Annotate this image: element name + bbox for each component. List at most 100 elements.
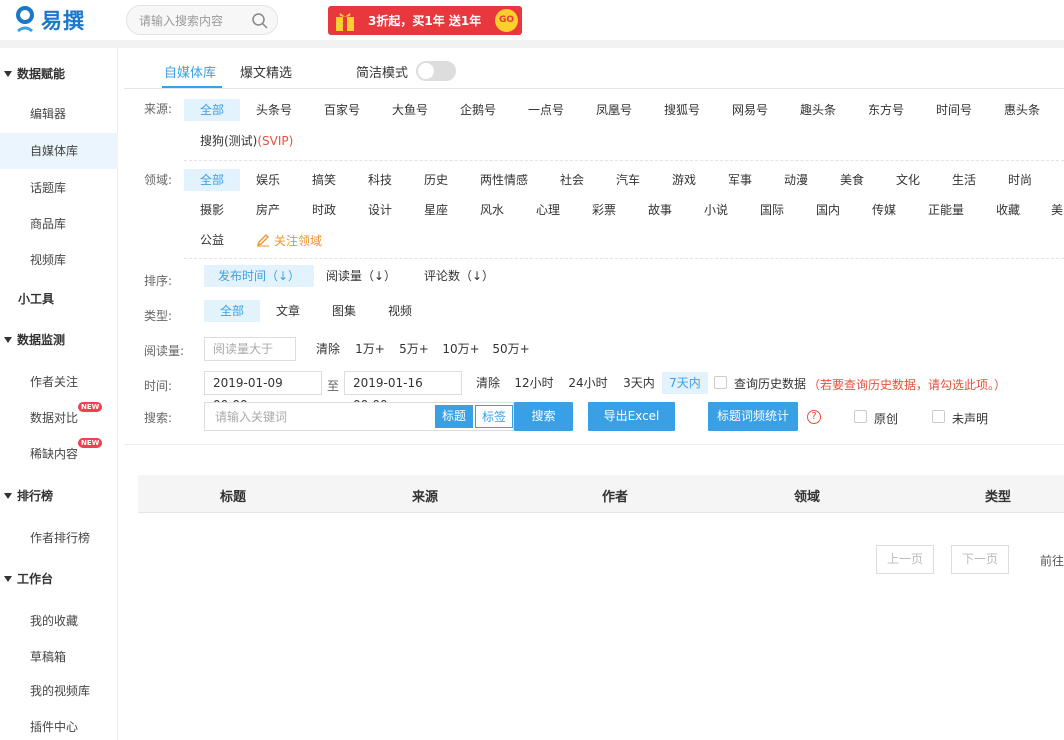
source-option[interactable]: 一点号 bbox=[524, 99, 568, 121]
domain-option[interactable]: 风水 bbox=[476, 199, 508, 221]
source-option[interactable]: 网易号 bbox=[728, 99, 772, 121]
domain-option[interactable]: 动漫 bbox=[780, 169, 812, 191]
domain-option[interactable]: 历史 bbox=[420, 169, 452, 191]
source-option[interactable]: 头条号 bbox=[252, 99, 296, 121]
export-excel-button[interactable]: 导出Excel bbox=[588, 402, 675, 431]
sidebar-group-workbench[interactable]: 工作台 bbox=[4, 570, 53, 587]
domain-option[interactable]: 两性情感 bbox=[476, 169, 532, 191]
source-option[interactable]: 惠头条 bbox=[1000, 99, 1044, 121]
read-option[interactable]: 1万+ bbox=[354, 338, 386, 360]
global-search-input[interactable] bbox=[139, 12, 251, 30]
domain-option[interactable]: 心理 bbox=[532, 199, 564, 221]
next-page-button[interactable]: 下一页 bbox=[951, 545, 1009, 574]
source-option[interactable]: 百家号 bbox=[320, 99, 364, 121]
sidebar-group-ranking[interactable]: 排行榜 bbox=[4, 487, 53, 504]
domain-option[interactable]: 美食 bbox=[836, 169, 868, 191]
time-option[interactable]: 24小时 bbox=[568, 372, 608, 394]
domain-option[interactable]: 社会 bbox=[556, 169, 588, 191]
search-button[interactable]: 搜索 bbox=[514, 402, 573, 431]
source-option[interactable]: 搜狐号 bbox=[660, 99, 704, 121]
domain-option[interactable]: 故事 bbox=[644, 199, 676, 221]
logo[interactable]: 易撰 bbox=[14, 5, 85, 35]
tab-media-library[interactable]: 自媒体库 bbox=[164, 62, 216, 81]
sidebar-item-favorites[interactable]: 我的收藏 bbox=[0, 603, 118, 639]
source-option-sogou[interactable]: 搜狗(测试)(SVIP) bbox=[200, 130, 293, 152]
sidebar-item-drafts[interactable]: 草稿箱 bbox=[0, 639, 118, 675]
domain-option[interactable]: 公益 bbox=[196, 229, 228, 251]
domain-option[interactable]: 设计 bbox=[364, 199, 396, 221]
sort-read-count[interactable]: 阅读量（↓） bbox=[326, 265, 396, 287]
domain-option[interactable]: 文化 bbox=[892, 169, 924, 191]
search-mode-title[interactable]: 标题 bbox=[435, 405, 473, 428]
read-clear[interactable]: 清除 bbox=[314, 338, 342, 360]
read-option[interactable]: 5万+ bbox=[398, 338, 430, 360]
original-checkbox[interactable] bbox=[854, 410, 867, 423]
column-header-source[interactable]: 来源 bbox=[412, 486, 438, 505]
source-option[interactable]: 大鱼号 bbox=[388, 99, 432, 121]
type-option-article[interactable]: 文章 bbox=[274, 300, 302, 322]
domain-option[interactable]: 汽车 bbox=[612, 169, 644, 191]
sidebar-group-data-empower[interactable]: 数据赋能 bbox=[4, 65, 65, 82]
simple-mode-toggle[interactable] bbox=[416, 61, 456, 81]
domain-option[interactable]: 正能量 bbox=[924, 199, 968, 221]
sidebar-item-editor[interactable]: 编辑器 bbox=[0, 96, 118, 132]
sidebar-item-videos[interactable]: 视频库 bbox=[0, 242, 118, 278]
sidebar-item-data-compare[interactable]: 数据对比 NEW bbox=[0, 400, 118, 436]
column-header-author[interactable]: 作者 bbox=[602, 486, 628, 505]
source-option[interactable]: 凤凰号 bbox=[592, 99, 636, 121]
domain-option[interactable]: 全部 bbox=[184, 169, 240, 191]
domain-option[interactable]: 摄影 bbox=[196, 199, 228, 221]
source-option[interactable]: 企鹅号 bbox=[456, 99, 500, 121]
domain-option[interactable]: 时尚 bbox=[1004, 169, 1036, 191]
source-option[interactable]: 趣头条 bbox=[796, 99, 840, 121]
time-clear[interactable]: 清除 bbox=[474, 372, 502, 394]
sidebar-item-media-library[interactable]: 自媒体库 bbox=[0, 133, 118, 169]
domain-option[interactable]: 传媒 bbox=[868, 199, 900, 221]
domain-option[interactable]: 娱乐 bbox=[252, 169, 284, 191]
promo-go-button[interactable]: GO bbox=[495, 9, 518, 32]
read-option[interactable]: 50万+ bbox=[492, 338, 530, 360]
time-option-7days[interactable]: 7天内 bbox=[662, 372, 708, 394]
sidebar-group-data-monitor[interactable]: 数据监测 bbox=[4, 331, 65, 348]
title-word-stats-button[interactable]: 标题词频统计 bbox=[708, 402, 798, 431]
tab-hot-articles[interactable]: 爆文精选 bbox=[240, 62, 292, 81]
sort-publish-time[interactable]: 发布时间（↓） bbox=[204, 265, 314, 287]
global-search[interactable] bbox=[126, 5, 278, 35]
follow-domain-link[interactable]: 关注领域 bbox=[256, 229, 322, 251]
column-header-type[interactable]: 类型 bbox=[985, 486, 1011, 505]
domain-option[interactable]: 生活 bbox=[948, 169, 980, 191]
domain-option[interactable]: 国际 bbox=[756, 199, 788, 221]
read-count-input[interactable] bbox=[204, 337, 296, 361]
type-option-video[interactable]: 视频 bbox=[386, 300, 414, 322]
source-option[interactable]: 时间号 bbox=[932, 99, 976, 121]
domain-option[interactable]: 彩票 bbox=[588, 199, 620, 221]
history-checkbox[interactable] bbox=[714, 376, 727, 389]
domain-option[interactable]: 房产 bbox=[252, 199, 284, 221]
sidebar-item-products[interactable]: 商品库 bbox=[0, 206, 118, 242]
sidebar-group-tools[interactable]: 小工具 bbox=[18, 290, 54, 307]
promo-banner[interactable]: 3折起，买1年 送1年 GO bbox=[328, 6, 522, 35]
help-icon[interactable]: ? bbox=[807, 410, 821, 424]
sidebar-item-topics[interactable]: 话题库 bbox=[0, 170, 118, 206]
search-icon[interactable] bbox=[251, 12, 269, 30]
domain-option[interactable]: 搞笑 bbox=[308, 169, 340, 191]
source-option[interactable]: 全部 bbox=[184, 99, 240, 121]
prev-page-button[interactable]: 上一页 bbox=[876, 545, 934, 574]
sidebar-item-scarce-content[interactable]: 稀缺内容 NEW bbox=[0, 436, 118, 472]
sidebar-item-author-ranking[interactable]: 作者排行榜 bbox=[0, 520, 118, 556]
sidebar-item-author-follow[interactable]: 作者关注 bbox=[0, 364, 118, 400]
domain-option[interactable]: 游戏 bbox=[668, 169, 700, 191]
column-header-domain[interactable]: 领域 bbox=[794, 486, 820, 505]
time-option[interactable]: 3天内 bbox=[622, 372, 656, 394]
type-option-all[interactable]: 全部 bbox=[204, 300, 260, 322]
time-option[interactable]: 12小时 bbox=[514, 372, 554, 394]
type-option-gallery[interactable]: 图集 bbox=[330, 300, 358, 322]
domain-option[interactable]: 小说 bbox=[700, 199, 732, 221]
date-to-field[interactable]: 2019-01-16 00:00 bbox=[344, 371, 462, 412]
column-header-title[interactable]: 标题 bbox=[220, 486, 246, 505]
sidebar-item-my-videos[interactable]: 我的视频库 bbox=[0, 673, 118, 709]
domain-option[interactable]: 星座 bbox=[420, 199, 452, 221]
domain-option[interactable]: 收藏 bbox=[992, 199, 1024, 221]
date-from-field[interactable]: 2019-01-09 00:00 bbox=[204, 371, 322, 412]
domain-option[interactable]: 时政 bbox=[308, 199, 340, 221]
